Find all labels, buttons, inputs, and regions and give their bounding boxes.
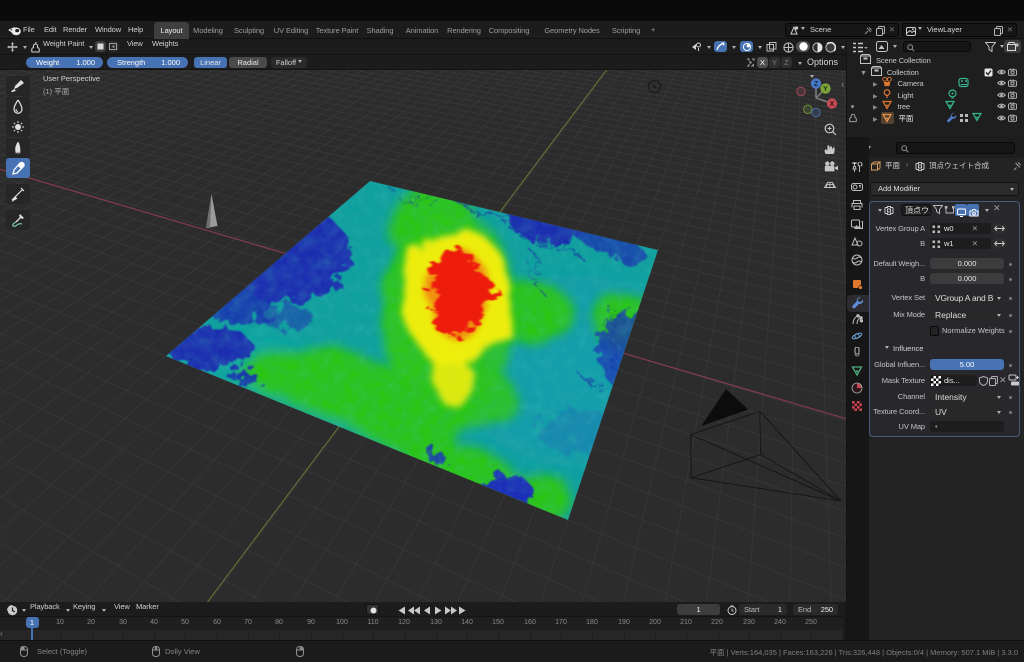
svg-text:Y: Y [823, 86, 828, 93]
svg-text:Z: Z [814, 81, 819, 88]
svg-text:X: X [830, 101, 835, 108]
